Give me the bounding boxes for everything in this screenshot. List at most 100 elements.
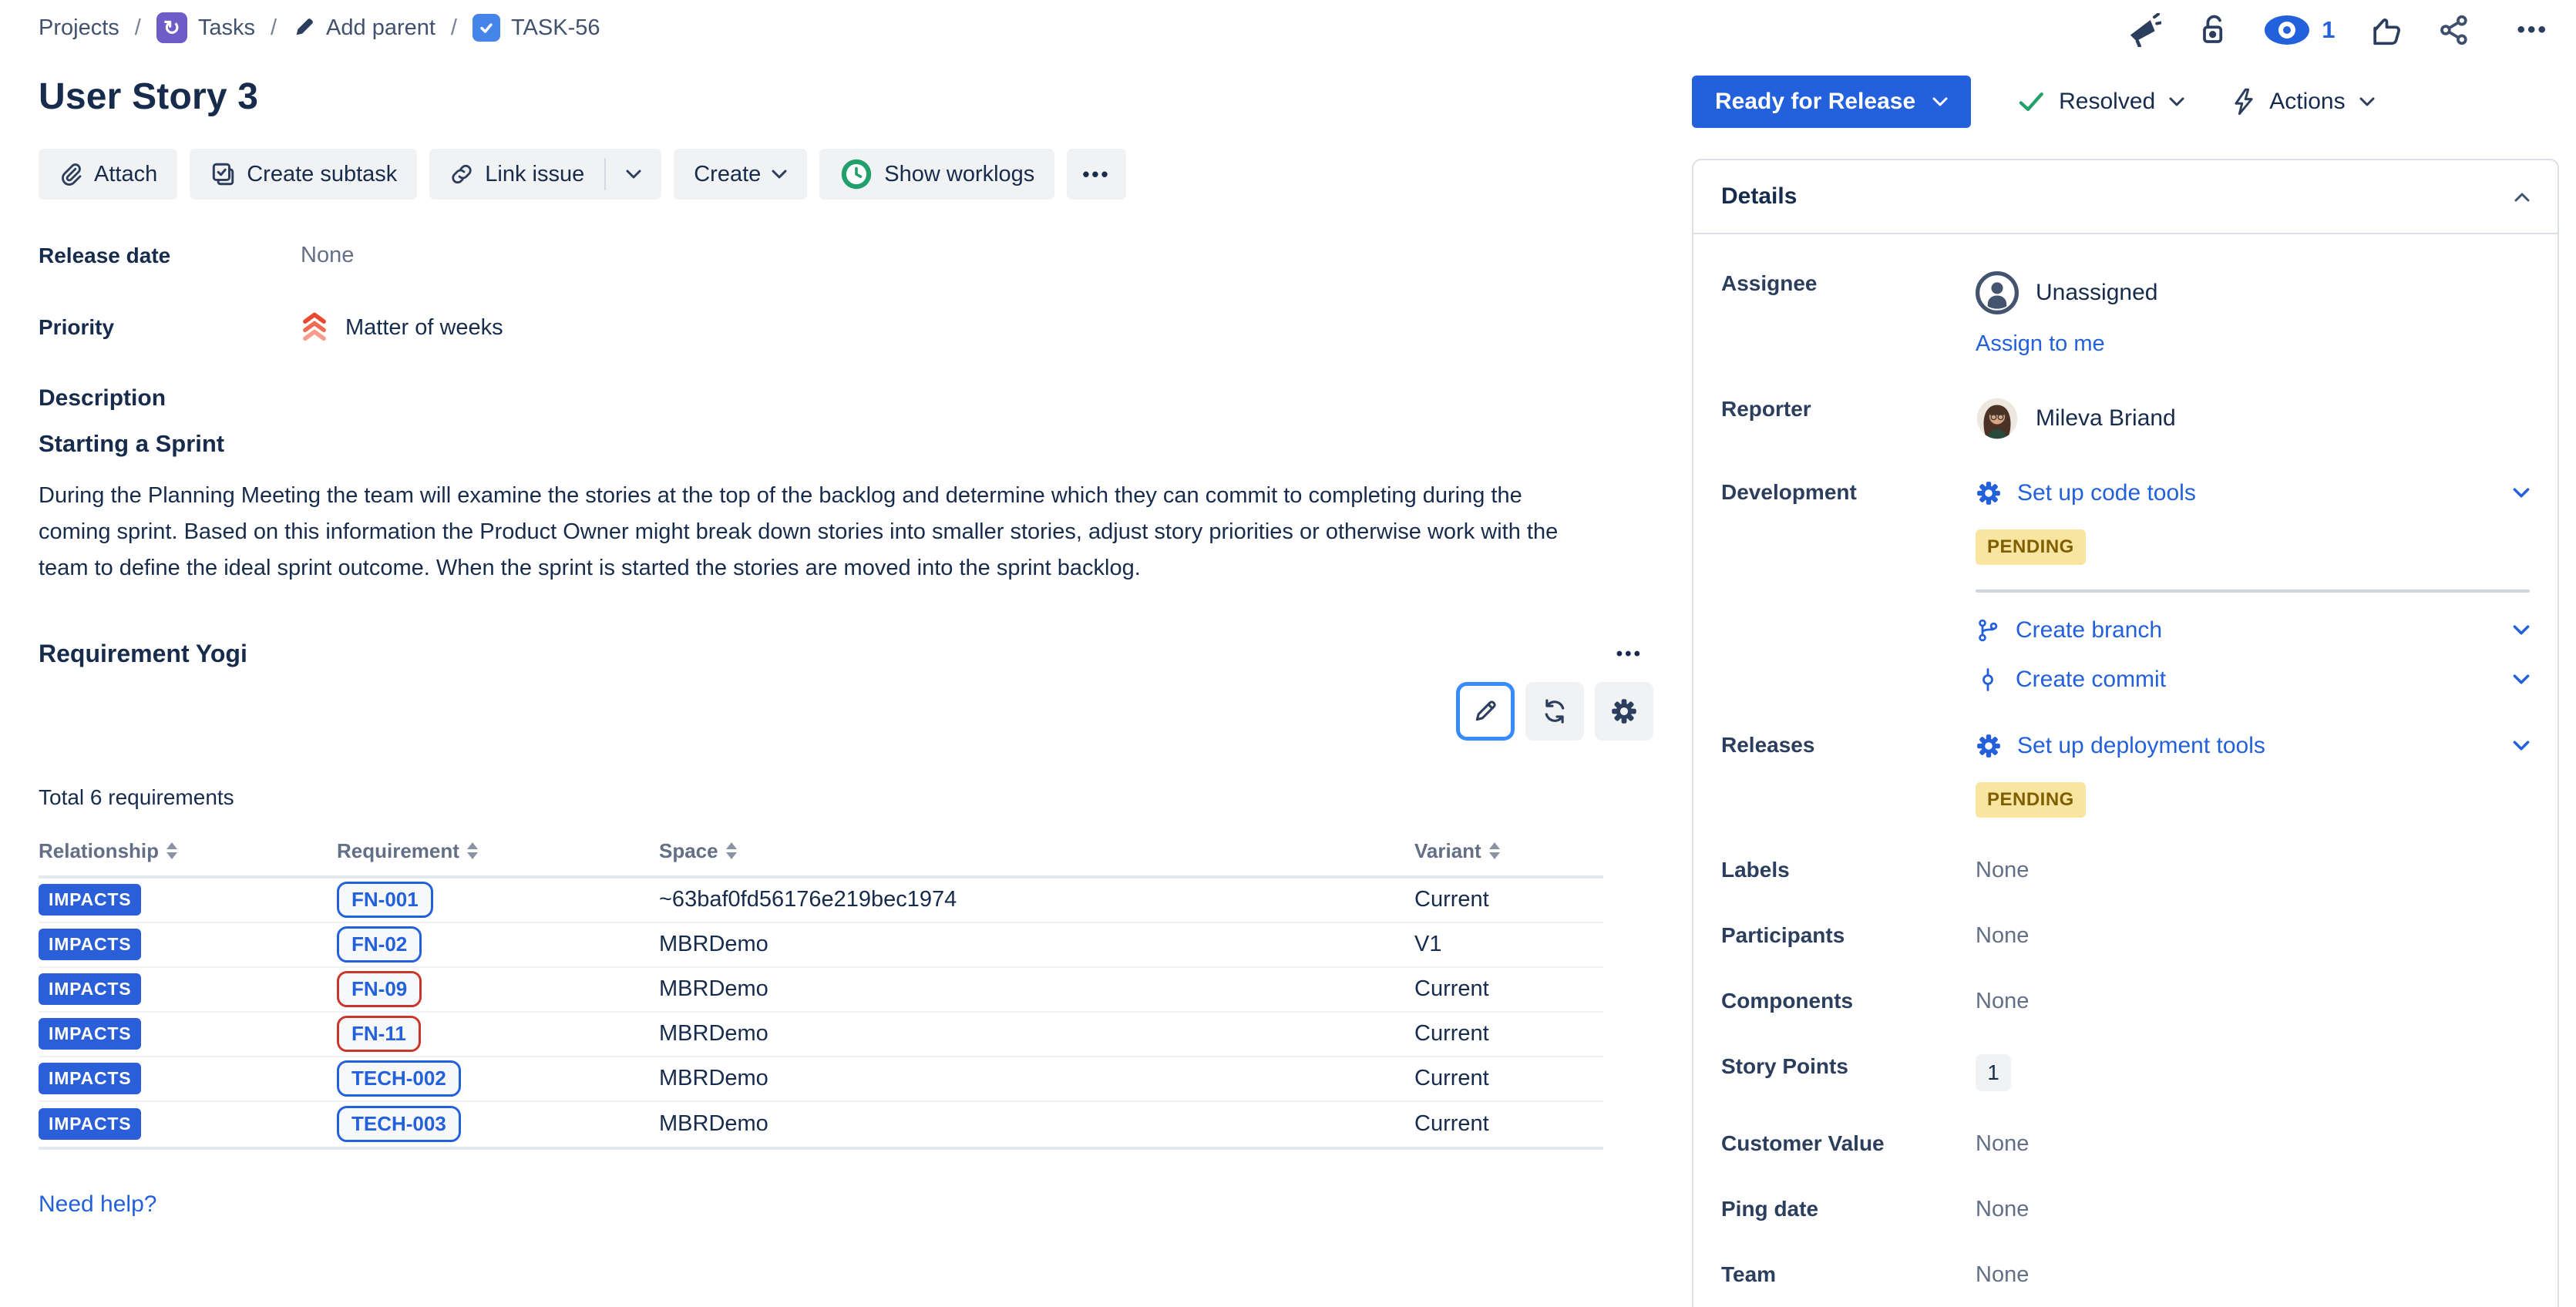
chevron-down-icon[interactable] xyxy=(2513,625,2530,636)
actions-dropdown-button[interactable]: Actions xyxy=(2232,88,2374,116)
create-commit-label: Create commit xyxy=(2016,667,2166,693)
requirement-chip[interactable]: FN-001 xyxy=(337,882,433,918)
release-date-value[interactable]: None xyxy=(301,243,354,268)
development-label: Development xyxy=(1721,474,1976,693)
column-header-space[interactable]: Space xyxy=(659,839,1414,863)
reporter-name: Mileva Briand xyxy=(2036,405,2176,432)
status-dropdown-button[interactable]: Ready for Release xyxy=(1692,76,1971,128)
relationship-badge[interactable]: IMPACTS xyxy=(39,884,141,916)
relationship-badge[interactable]: IMPACTS xyxy=(39,1108,141,1140)
participants-value[interactable]: None xyxy=(1976,917,2530,949)
chevron-down-icon xyxy=(772,170,787,180)
ping-date-value[interactable]: None xyxy=(1976,1191,2530,1222)
create-branch-link[interactable]: Create branch xyxy=(1976,617,2530,643)
attach-button[interactable]: Attach xyxy=(39,149,177,200)
requirement-chip[interactable]: TECH-003 xyxy=(337,1106,461,1142)
unlock-icon xyxy=(2197,13,2228,47)
assignee-value[interactable]: Unassigned xyxy=(1976,271,2530,314)
chevron-down-icon xyxy=(1932,97,1948,107)
column-label: Space xyxy=(659,839,718,863)
issue-header-actions: 1 ••• xyxy=(1692,11,2559,49)
edit-links-button[interactable] xyxy=(1456,682,1515,741)
show-worklogs-button[interactable]: Show worklogs xyxy=(819,149,1054,200)
space-cell: ~63baf0fd56176e219bec1974 xyxy=(659,887,1414,912)
team-value[interactable]: None xyxy=(1976,1256,2530,1288)
relationship-badge[interactable]: IMPACTS xyxy=(39,929,141,960)
watch-count: 1 xyxy=(2322,16,2335,44)
table-row: IMPACTS FN-02 MBRDemo V1 xyxy=(39,923,1603,968)
priority-label: Priority xyxy=(39,315,301,340)
feedback-button[interactable] xyxy=(2127,13,2161,47)
requirement-chip[interactable]: FN-09 xyxy=(337,971,422,1007)
resolution-dropdown-button[interactable]: Resolved xyxy=(2019,89,2184,115)
link-issue-button[interactable]: Link issue xyxy=(429,149,604,200)
actions-label: Actions xyxy=(2269,89,2345,115)
participants-label: Participants xyxy=(1721,917,1976,949)
details-heading: Details xyxy=(1721,183,1797,210)
breadcrumb-projects[interactable]: Projects xyxy=(39,15,119,41)
need-help-link[interactable]: Need help? xyxy=(39,1191,156,1218)
chevron-down-icon[interactable] xyxy=(2513,674,2530,685)
permissions-lock-button[interactable] xyxy=(2197,13,2228,47)
create-commit-link[interactable]: Create commit xyxy=(1976,667,2530,693)
table-row: IMPACTS TECH-003 MBRDemo Current xyxy=(39,1102,1603,1147)
more-actions-button[interactable]: ••• xyxy=(1067,149,1125,200)
setup-code-tools-label: Set up code tools xyxy=(2017,480,2196,506)
variant-cell: Current xyxy=(1414,1021,1603,1047)
setup-code-tools-link[interactable]: Set up code tools xyxy=(1976,480,2530,506)
show-worklogs-label: Show worklogs xyxy=(884,162,1034,187)
status-label: Ready for Release xyxy=(1715,89,1915,115)
relationship-badge[interactable]: IMPACTS xyxy=(39,1018,141,1050)
priority-value-wrap[interactable]: Matter of weeks xyxy=(301,311,503,344)
description-body[interactable]: During the Planning Meeting the team wil… xyxy=(39,478,1592,586)
details-panel-header[interactable]: Details xyxy=(1693,160,2558,234)
chevron-down-icon[interactable] xyxy=(2513,741,2530,751)
requirement-chip[interactable]: FN-11 xyxy=(337,1016,421,1052)
sort-icon xyxy=(1489,842,1500,859)
resolution-label: Resolved xyxy=(2059,89,2155,115)
story-points-value[interactable]: 1 xyxy=(1976,1054,2011,1091)
requirement-yogi-more-button[interactable]: ••• xyxy=(1606,637,1653,671)
space-cell: MBRDemo xyxy=(659,976,1414,1002)
breadcrumb-projects-label: Projects xyxy=(39,15,119,41)
attach-label: Attach xyxy=(94,162,157,187)
pencil-icon xyxy=(292,16,315,39)
sidebar-column: 1 ••• Ready for Release xyxy=(1653,0,2576,1307)
breadcrumb: Projects / ↻ Tasks / Add parent / TASK-5… xyxy=(39,12,1653,43)
refresh-button[interactable] xyxy=(1525,682,1584,741)
column-header-variant[interactable]: Variant xyxy=(1414,839,1603,863)
relationship-badge[interactable]: IMPACTS xyxy=(39,1063,141,1094)
breadcrumb-add-parent[interactable]: Add parent xyxy=(292,15,435,41)
sidebar-more-button[interactable]: ••• xyxy=(2506,11,2559,49)
customer-value-value[interactable]: None xyxy=(1976,1125,2530,1157)
table-row: IMPACTS FN-09 MBRDemo Current xyxy=(39,968,1603,1013)
assignee-name: Unassigned xyxy=(2036,280,2157,306)
create-subtask-button[interactable]: Create subtask xyxy=(190,149,417,200)
link-issue-dropdown-button[interactable] xyxy=(606,149,661,200)
create-branch-label: Create branch xyxy=(2016,617,2162,643)
requirement-chip[interactable]: TECH-002 xyxy=(337,1060,461,1097)
labels-value[interactable]: None xyxy=(1976,852,2530,883)
setup-deployment-tools-link[interactable]: Set up deployment tools xyxy=(1976,733,2530,759)
watch-button[interactable]: 1 xyxy=(2263,14,2335,46)
labels-label: Labels xyxy=(1721,852,1976,883)
chevron-down-icon xyxy=(626,170,641,180)
column-header-requirement[interactable]: Requirement xyxy=(337,839,659,863)
project-sync-icon: ↻ xyxy=(156,12,187,43)
vote-button[interactable] xyxy=(2370,14,2403,46)
share-button[interactable] xyxy=(2438,14,2470,46)
settings-button[interactable] xyxy=(1595,682,1653,741)
assign-to-me-link[interactable]: Assign to me xyxy=(1976,331,2105,357)
requirement-chip[interactable]: FN-02 xyxy=(337,926,422,963)
chevron-down-icon[interactable] xyxy=(2513,488,2530,499)
relationship-badge[interactable]: IMPACTS xyxy=(39,973,141,1005)
reporter-value[interactable]: Mileva Briand xyxy=(1976,397,2530,440)
breadcrumb-issue-key[interactable]: TASK-56 xyxy=(472,14,600,42)
components-value[interactable]: None xyxy=(1976,983,2530,1014)
column-header-relationship[interactable]: Relationship xyxy=(39,839,337,863)
breadcrumb-tasks[interactable]: ↻ Tasks xyxy=(156,12,255,43)
megaphone-icon xyxy=(2127,13,2161,47)
requirements-total: Total 6 requirements xyxy=(39,785,1653,810)
breadcrumb-issue-key-label: TASK-56 xyxy=(511,15,600,41)
create-dropdown-button[interactable]: Create xyxy=(674,149,807,200)
